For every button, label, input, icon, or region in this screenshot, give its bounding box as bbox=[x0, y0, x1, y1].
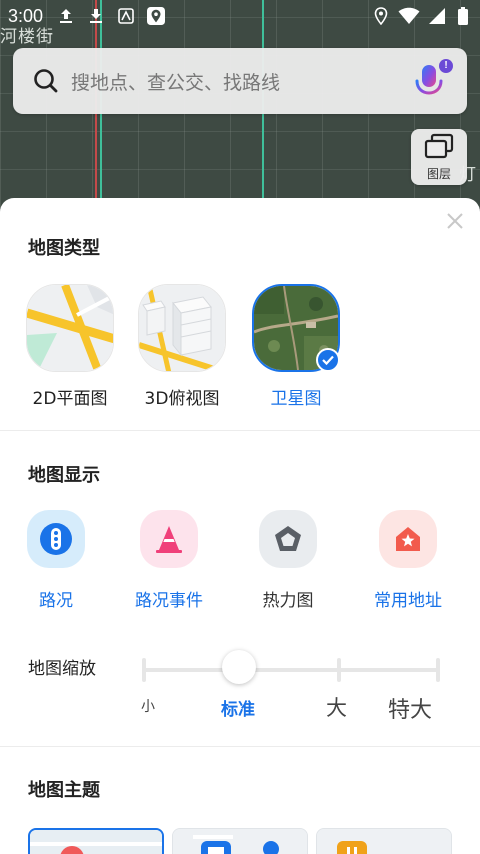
map-2d-thumbnail bbox=[26, 284, 114, 372]
traffic-cone-icon bbox=[140, 510, 198, 568]
section-divider bbox=[0, 746, 480, 747]
zoom-slider-tick bbox=[142, 658, 146, 682]
map-type-title: 地图类型 bbox=[28, 238, 100, 259]
layers-icon bbox=[424, 133, 454, 163]
traffic-events-label: 路况事件 bbox=[135, 591, 203, 611]
home-star-icon bbox=[379, 510, 437, 568]
search-icon bbox=[31, 66, 61, 96]
app-notification-icon bbox=[117, 7, 135, 25]
battery-icon bbox=[454, 7, 472, 25]
theme-card-default[interactable] bbox=[28, 828, 164, 854]
zoom-slider-tick bbox=[436, 658, 440, 682]
zoom-slider-tick bbox=[337, 658, 341, 682]
layers-label: 图层 bbox=[426, 166, 451, 181]
search-input[interactable]: 搜地点、查公交、找路线 bbox=[71, 68, 409, 95]
zoom-option-small[interactable]: 小 bbox=[141, 696, 155, 716]
map-type-label: 2D平面图 bbox=[32, 389, 108, 409]
zoom-option-standard[interactable]: 标准 bbox=[221, 695, 255, 720]
close-button[interactable] bbox=[444, 210, 466, 232]
map-satellite-thumbnail bbox=[252, 284, 340, 372]
layers-button[interactable]: 图层 bbox=[411, 129, 467, 185]
status-time: 3:00 bbox=[8, 5, 44, 26]
map-theme-title: 地图主题 bbox=[28, 780, 100, 801]
status-bar: 3:00 bbox=[0, 0, 480, 32]
heatmap-label: 热力图 bbox=[262, 591, 314, 611]
traffic-label: 路况 bbox=[39, 591, 73, 611]
zoom-slider-handle[interactable] bbox=[222, 650, 256, 684]
microphone-icon bbox=[409, 65, 449, 107]
toggle-traffic-events[interactable]: 路况事件 bbox=[109, 510, 229, 611]
theme-card-bus[interactable] bbox=[172, 828, 308, 854]
map-settings-sheet: 地图类型 2D平面图 3D俯视图 卫星图 地图显示 路况 路况事件 热力图 常用… bbox=[0, 198, 480, 854]
notification-badge: ! bbox=[439, 59, 453, 73]
map-type-2d[interactable]: 2D平面图 bbox=[15, 284, 125, 409]
section-divider bbox=[0, 430, 480, 431]
zoom-option-large[interactable]: 大 bbox=[326, 692, 347, 722]
location-icon bbox=[372, 7, 390, 25]
toggle-frequent-addresses[interactable]: 常用地址 bbox=[348, 510, 468, 611]
cellular-signal-icon bbox=[428, 7, 446, 25]
upload-icon bbox=[57, 7, 75, 25]
theme-card-food[interactable] bbox=[316, 828, 452, 854]
toggle-heatmap[interactable]: 热力图 bbox=[228, 510, 348, 611]
pentagon-icon bbox=[259, 510, 317, 568]
map-type-label: 3D俯视图 bbox=[144, 389, 220, 409]
search-bar[interactable]: 搜地点、查公交、找路线 ! bbox=[13, 48, 467, 114]
zoom-option-extra-large[interactable]: 特大 bbox=[388, 692, 432, 724]
map-3d-thumbnail bbox=[138, 284, 226, 372]
toggle-traffic[interactable]: 路况 bbox=[0, 510, 116, 611]
map-type-label: 卫星图 bbox=[270, 389, 322, 409]
map-zoom-title: 地图缩放 bbox=[28, 659, 96, 679]
map-pin-notification-icon bbox=[147, 7, 166, 25]
zoom-slider-track[interactable] bbox=[144, 668, 440, 672]
traffic-light-icon bbox=[27, 510, 85, 568]
download-icon bbox=[87, 7, 105, 25]
check-icon bbox=[316, 348, 340, 372]
voice-search-button[interactable]: ! bbox=[409, 59, 453, 103]
map-type-3d[interactable]: 3D俯视图 bbox=[127, 284, 237, 409]
wifi-icon bbox=[398, 7, 420, 25]
close-icon bbox=[447, 213, 463, 229]
map-type-satellite[interactable]: 卫星图 bbox=[241, 284, 351, 409]
frequent-addresses-label: 常用地址 bbox=[374, 591, 442, 611]
map-display-title: 地图显示 bbox=[28, 465, 100, 486]
